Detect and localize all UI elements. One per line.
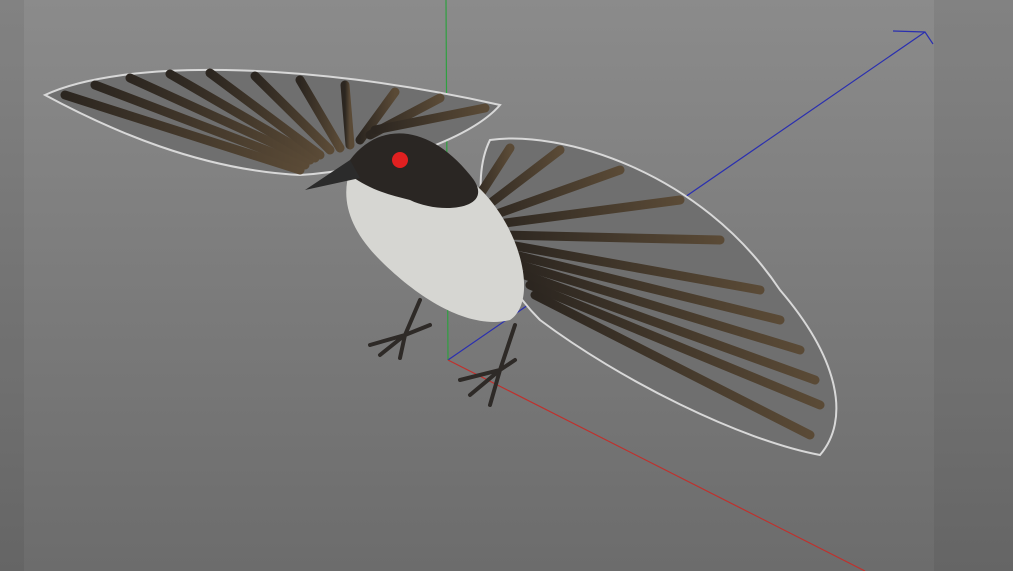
bird-cheek <box>392 152 408 168</box>
scene <box>42 0 934 571</box>
bird-model[interactable] <box>42 68 838 457</box>
axis-gizmo-icon <box>892 30 934 45</box>
3d-viewport[interactable] <box>0 0 1013 571</box>
